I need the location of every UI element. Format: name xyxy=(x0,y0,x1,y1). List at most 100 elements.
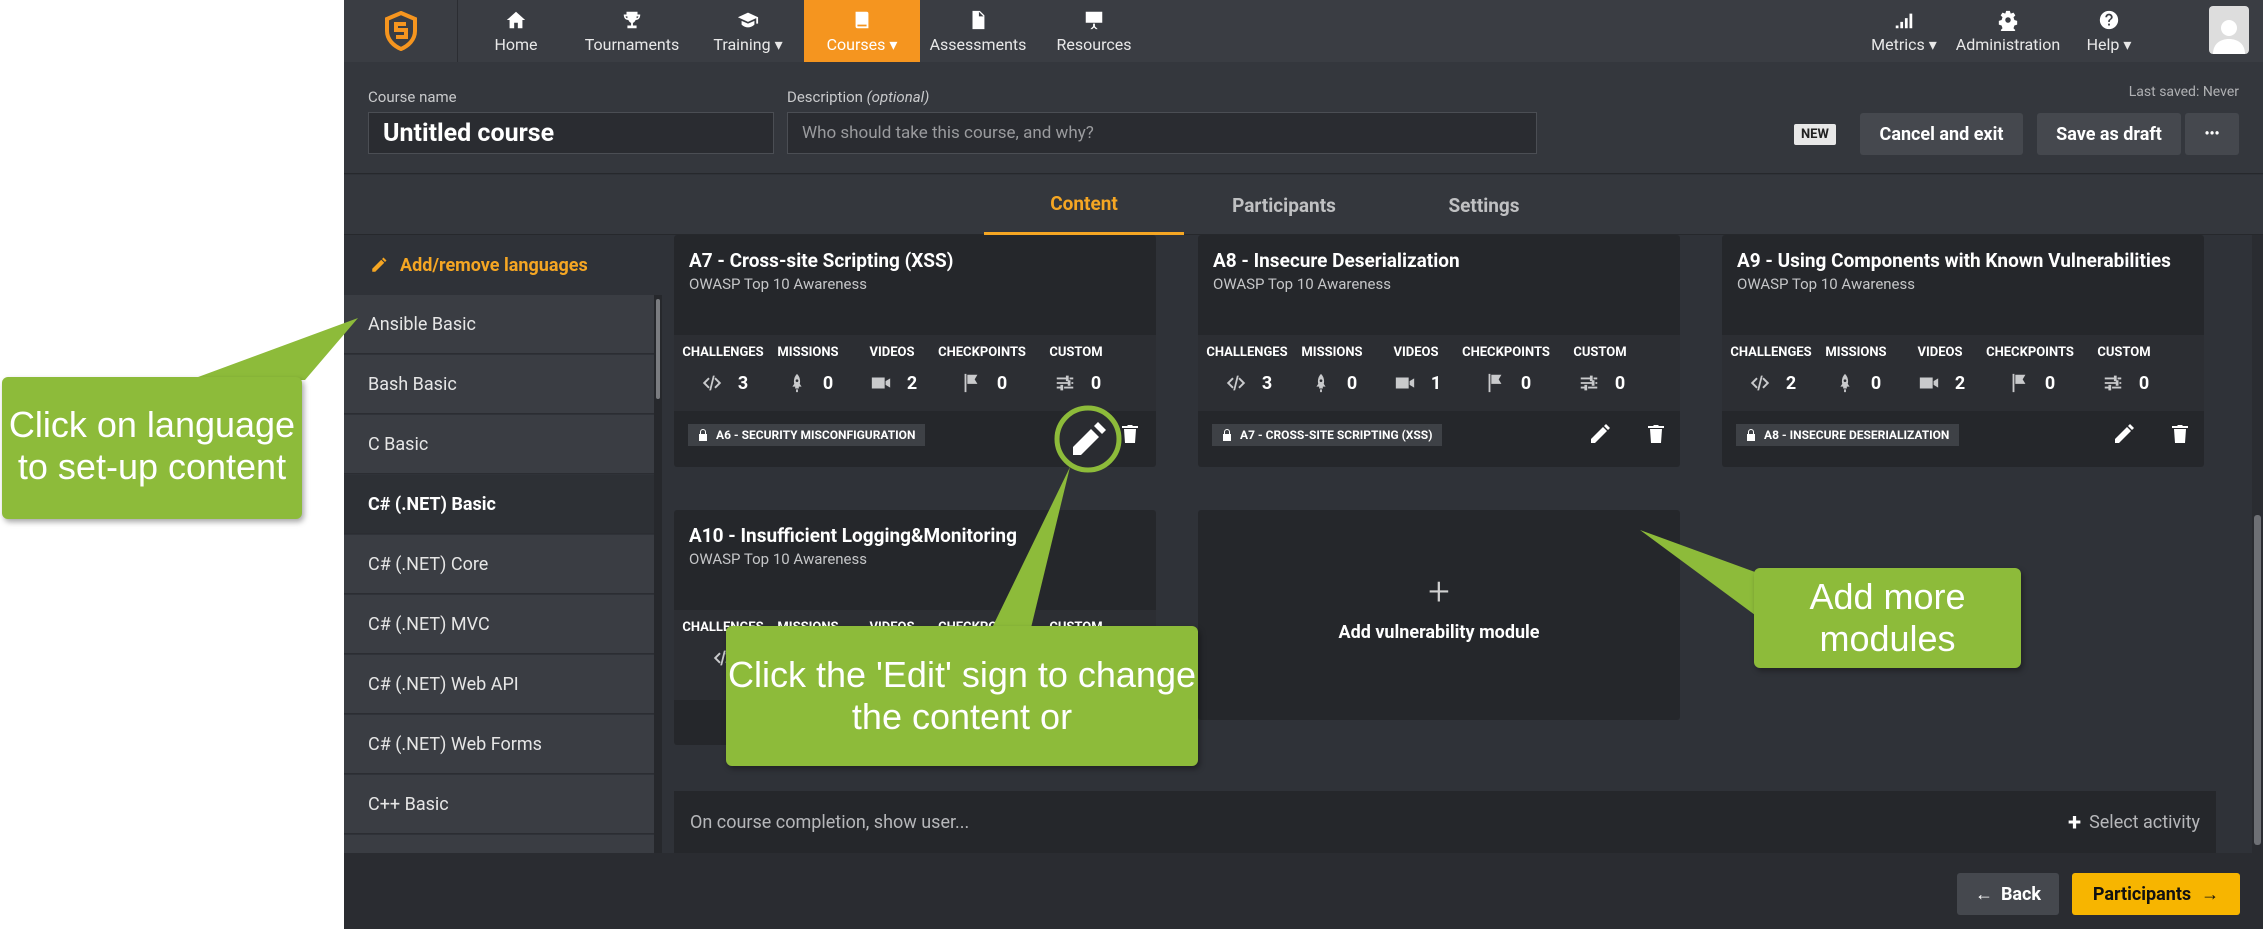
stat-value: 0 xyxy=(996,372,1008,394)
add-vulnerability-module-button[interactable]: + Add vulnerability module xyxy=(1198,510,1680,720)
content-scrollbar[interactable] xyxy=(2252,235,2263,853)
add-module-label: Add vulnerability module xyxy=(1338,622,1540,643)
trash-icon[interactable] xyxy=(1644,422,1668,446)
prerequisite-label: A8 - INSECURE DESERIALIZATION xyxy=(1764,428,1950,442)
edit-pencil-icon[interactable] xyxy=(1079,422,1103,446)
nav-home[interactable]: Home xyxy=(458,0,574,62)
nav-training-label: Training ▾ xyxy=(713,34,783,54)
tab-content[interactable]: Content xyxy=(984,175,1184,235)
module-card[interactable]: A9 - Using Components with Known Vulnera… xyxy=(1722,235,2204,467)
nav-tournaments[interactable]: Tournaments xyxy=(574,0,690,62)
description-input[interactable]: Who should take this course, and why? xyxy=(787,112,1537,154)
content-scroll-thumb[interactable] xyxy=(2254,515,2261,845)
nav-administration[interactable]: Administration xyxy=(1952,0,2064,62)
sidebar-item-csharp-core[interactable]: C# (.NET) Core xyxy=(344,535,654,594)
graduation-cap-icon xyxy=(737,12,759,27)
avatar[interactable] xyxy=(2209,6,2249,54)
plus-icon: + xyxy=(2068,808,2082,836)
sidebar-item-cpp-basic[interactable]: C++ Basic xyxy=(344,775,654,834)
stat-value-row: 3 xyxy=(1202,372,1292,394)
book-icon xyxy=(855,11,869,28)
sidebar-item-csharp-web-api[interactable]: C# (.NET) Web API xyxy=(344,655,654,714)
stat-label: CUSTOM xyxy=(1049,345,1103,360)
module-card[interactable]: A7 - Cross-site Scripting (XSS) OWASP To… xyxy=(674,235,1156,467)
nav-administration-label: Administration xyxy=(1955,34,2061,54)
participants-label: Participants xyxy=(2092,883,2192,905)
stat-label: VIDEOS xyxy=(1917,345,1963,360)
stat-value-row: 0 xyxy=(937,372,1027,394)
participants-next-button[interactable]: Participants → xyxy=(2072,873,2240,915)
module-title: A9 - Using Components with Known Vulnera… xyxy=(1737,249,2171,272)
stat-value: 3 xyxy=(1261,372,1273,394)
lock-icon xyxy=(1747,429,1755,441)
lock-icon xyxy=(1223,429,1231,441)
sidebar-item-ansible-basic[interactable]: Ansible Basic xyxy=(344,295,654,354)
pencil-icon xyxy=(372,257,387,272)
edit-pencil-icon[interactable] xyxy=(2112,422,2136,446)
sidebar-scrollbar[interactable] xyxy=(654,295,662,853)
nav-training[interactable]: Training ▾ xyxy=(690,0,806,62)
cancel-and-exit-button[interactable]: Cancel and exit xyxy=(1860,113,2023,155)
module-subtitle: OWASP Top 10 Awareness xyxy=(1213,275,1391,293)
nav-metrics[interactable]: Metrics ▾ xyxy=(1856,0,1952,62)
stat-videos: VIDEOS 2 xyxy=(847,345,937,394)
bottom-bar: ← Back Participants → xyxy=(344,853,2263,929)
sidebar-item-bash-basic[interactable]: Bash Basic xyxy=(344,355,654,414)
lock-icon xyxy=(699,429,707,441)
description-label-text: Description xyxy=(787,88,863,106)
stat-challenges: CHALLENGES 3 xyxy=(678,345,768,394)
module-card[interactable]: A8 - Insecure Deserialization OWASP Top … xyxy=(1198,235,1680,467)
edit-pencil-icon[interactable] xyxy=(1588,422,1612,446)
trash-icon[interactable] xyxy=(1118,422,1142,446)
select-activity-button[interactable]: + Select activity xyxy=(2068,808,2200,836)
trash-icon[interactable] xyxy=(2168,422,2192,446)
module-footer: A8 - INSECURE DESERIALIZATION xyxy=(1722,411,2204,459)
stat-value: 0 xyxy=(1346,372,1358,394)
presentation-icon xyxy=(1085,11,1103,29)
back-button[interactable]: ← Back xyxy=(1957,873,2059,915)
prerequisite-badge: A6 - SECURITY MISCONFIGURATION xyxy=(688,424,926,446)
nav-assessments-label: Assessments xyxy=(929,34,1027,54)
stat-label: CHECKPOINTS xyxy=(1986,345,2074,360)
nav-home-label: Home xyxy=(494,34,538,54)
stat-value-row: 1 xyxy=(1371,372,1461,394)
add-remove-languages-label: Add/remove languages xyxy=(400,254,588,276)
sidebar-scroll-thumb[interactable] xyxy=(656,299,660,399)
add-remove-languages-button[interactable]: Add/remove languages xyxy=(344,235,662,295)
stat-value-row: 0 xyxy=(1461,372,1551,394)
stat-value-row: 2 xyxy=(1895,372,1985,394)
sidebar-item-next[interactable] xyxy=(344,835,654,853)
nav-help-label: Help ▾ xyxy=(2086,34,2132,54)
nav-help[interactable]: Help ▾ xyxy=(2064,0,2154,62)
sidebar-item-csharp-mvc[interactable]: C# (.NET) MVC xyxy=(344,595,654,654)
sidebar-item-c-basic[interactable]: C Basic xyxy=(344,415,654,474)
stat-videos: VIDEOS 2 xyxy=(1895,345,1985,394)
module-title: A8 - Insecure Deserialization xyxy=(1213,249,1460,272)
code-icon xyxy=(1226,375,1245,391)
callout-edit: Click the 'Edit' sign to change the cont… xyxy=(726,626,1198,766)
stat-value-row: 0 xyxy=(1287,372,1377,394)
video-camera-icon xyxy=(1395,377,1414,389)
sidebar-item-csharp-web-forms[interactable]: C# (.NET) Web Forms xyxy=(344,715,654,774)
stat-label: CHECKPOINTS xyxy=(1462,345,1550,360)
stat-value-row: 3 xyxy=(678,372,768,394)
course-name-input[interactable]: Untitled course xyxy=(368,112,774,154)
sidebar-item-csharp-basic[interactable]: C# (.NET) Basic xyxy=(344,475,654,534)
nav-courses[interactable]: Courses ▾ xyxy=(804,0,920,62)
select-activity-label: Select activity xyxy=(2089,811,2200,833)
stat-label: MISSIONS xyxy=(1825,345,1887,360)
module-footer: A7 - CROSS-SITE SCRIPTING (XSS) xyxy=(1198,411,1680,459)
tab-settings[interactable]: Settings xyxy=(1384,175,1584,235)
nav-metrics-label: Metrics ▾ xyxy=(1871,34,1937,54)
save-as-draft-button[interactable]: Save as draft xyxy=(2037,113,2181,155)
more-options-button[interactable]: ••• xyxy=(2185,113,2239,155)
stat-value-row: 0 xyxy=(1555,372,1645,394)
logo-icon[interactable] xyxy=(344,0,458,62)
module-subtitle: OWASP Top 10 Awareness xyxy=(689,275,867,293)
stat-value: 0 xyxy=(1870,372,1882,394)
stat-value: 0 xyxy=(1520,372,1532,394)
description-optional-hint: (optional) xyxy=(866,88,930,106)
nav-resources[interactable]: Resources xyxy=(1036,0,1152,62)
nav-assessments[interactable]: Assessments xyxy=(920,0,1036,62)
tab-participants[interactable]: Participants xyxy=(1184,175,1384,235)
